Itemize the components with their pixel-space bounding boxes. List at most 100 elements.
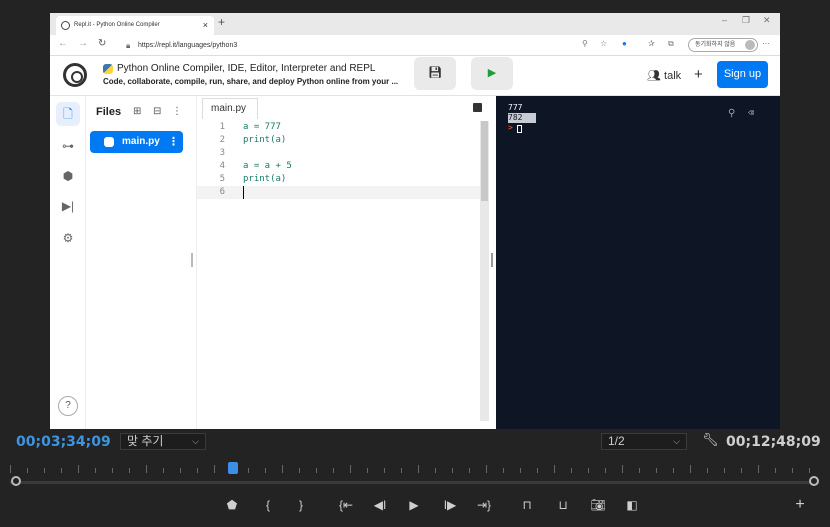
add-file-icon[interactable]: ⊞ [133,106,141,117]
debugger-icon[interactable]: ▶| [56,194,80,218]
play-icon[interactable]: ▶ [404,498,424,512]
code-editor[interactable]: main.py 1 a = 777 2 print(a) 3 4 a = a +… [196,96,489,429]
left-rail: 🗋︎ ⊶ ⬢ ▶| ⚙ ? [50,96,86,429]
code-line: print(a) [243,174,287,184]
zoom-scroll-track[interactable] [10,481,815,484]
minimize-button[interactable]: – [722,15,727,25]
console-panel[interactable]: 777 782 > ⚲ ⌫ [496,96,780,429]
ruler-tick [197,468,198,473]
ruler-tick [809,468,810,473]
insert-icon[interactable]: ⊓ [517,498,537,512]
current-timecode[interactable]: 00;03;34;09 [16,434,111,450]
go-to-in-icon[interactable]: {⇤ [336,498,356,512]
profile-button[interactable]: 동기화하지 않음 [688,38,758,52]
run-button[interactable]: ▶ [471,57,513,90]
add-marker-icon[interactable]: ⬟ [222,498,242,512]
talk-link[interactable]: 👥︎ talk [647,69,681,82]
file-item-main-py[interactable]: main.py ⋮ [90,131,183,153]
signup-button[interactable]: Sign up [717,61,768,88]
ruler-tick [299,468,300,473]
ruler-tick [418,465,419,473]
refresh-icon[interactable]: ↻ [98,38,106,49]
file-menu-icon[interactable]: ⋮ [168,131,179,153]
collections-icon[interactable]: ⧉ [668,39,674,49]
version-control-icon[interactable]: ⊶ [56,134,80,158]
ruler-tick [350,465,351,473]
zoom-handle-right[interactable] [809,476,819,486]
search-icon[interactable]: ⚲ [728,108,735,119]
favorite-star-icon[interactable]: ☆ [600,39,607,48]
ruler-tick [758,465,759,473]
ruler-tick [333,468,334,473]
chevron-down-icon: ⌵ [192,436,199,446]
text-cursor [243,186,244,199]
talk-label: talk [664,70,682,82]
fit-dropdown[interactable]: 맞 추기 ⌵ [120,433,206,450]
ruler-tick [469,468,470,473]
go-to-out-icon[interactable]: ⇥} [474,498,494,512]
file-item-label: main.py [122,136,160,147]
settings-gear-icon[interactable]: ⚙ [56,226,80,250]
back-icon[interactable]: ← [58,38,68,49]
run-icon: ▶ [487,67,497,79]
ruler-tick [384,468,385,473]
zoom-handle-left[interactable] [11,476,21,486]
add-folder-icon[interactable]: ⊟ [153,106,161,117]
save-button[interactable]: 💾︎ [414,57,456,90]
format-icon[interactable] [473,103,482,112]
mark-in-icon[interactable]: { [258,498,278,512]
python-file-icon [104,137,114,147]
ruler-tick [27,468,28,473]
playhead[interactable] [228,462,238,474]
favorites-bar-icon[interactable]: ✰ [648,39,655,48]
overwrite-icon[interactable]: ⊔ [553,498,573,512]
ruler-tick [537,468,538,473]
new-tab-button[interactable]: + [218,15,225,29]
ruler-tick [214,465,215,473]
tab-close-icon[interactable]: × [203,16,208,35]
replit-logo-icon[interactable] [63,63,87,87]
packages-icon[interactable]: ⬢ [56,164,80,188]
comparison-view-icon[interactable]: ◧ [622,498,642,512]
editor-resize-handle[interactable] [491,253,493,267]
browser-tab[interactable]: Repl.it - Python Online Compiler × [56,16,214,35]
scroll-thumb[interactable] [481,121,488,201]
ruler-tick [265,468,266,473]
browser-tab-title: Repl.it - Python Online Compiler [74,22,160,28]
help-button[interactable]: ? [58,396,78,416]
save-icon: 💾︎ [428,67,442,79]
export-frame-camera-icon[interactable]: 📷︎ [588,498,608,512]
browser-tab-bar: Repl.it - Python Online Compiler × + – ❐… [50,13,780,35]
ruler-tick [248,468,249,473]
step-forward-icon[interactable]: I▶ [440,498,460,512]
more-menu-icon[interactable]: ⋯ [762,39,770,48]
panel-resize-handle[interactable] [191,253,193,267]
ruler-tick [95,468,96,473]
clear-console-icon[interactable]: ⌫ [748,108,754,119]
duration-timecode: 00;12;48;09 [726,434,821,450]
resolution-dropdown[interactable]: 1/2 ⌵ [601,433,687,450]
ruler-tick [673,468,674,473]
console-output-line: 777 [508,103,523,112]
timeline-ruler[interactable] [10,465,820,475]
button-editor-plus-icon[interactable]: + [790,496,810,514]
restore-button[interactable]: ❐ [742,15,750,26]
ruler-tick [690,465,691,473]
files-menu-icon[interactable]: ⋮ [172,106,182,117]
editor-tab-main-py[interactable]: main.py [202,98,258,119]
files-icon[interactable]: 🗋︎ [56,102,80,126]
step-back-icon[interactable]: ◀I [370,498,390,512]
forward-icon[interactable]: → [78,38,88,49]
ruler-tick [10,465,11,473]
url-text: https://repl.it/languages/python3 [138,42,238,49]
ruler-tick [588,468,589,473]
editor-scrollbar[interactable] [480,121,489,421]
create-repl-button[interactable]: + [694,66,703,83]
close-window-button[interactable]: ✕ [763,15,771,26]
mark-out-icon[interactable]: } [291,498,311,512]
ruler-tick [316,468,317,473]
zoom-icon[interactable]: ⚲ [582,39,588,48]
ruler-tick [554,465,555,473]
extension-icon[interactable]: ● [622,39,627,48]
wrench-icon[interactable]: 🔧︎ [702,432,719,448]
